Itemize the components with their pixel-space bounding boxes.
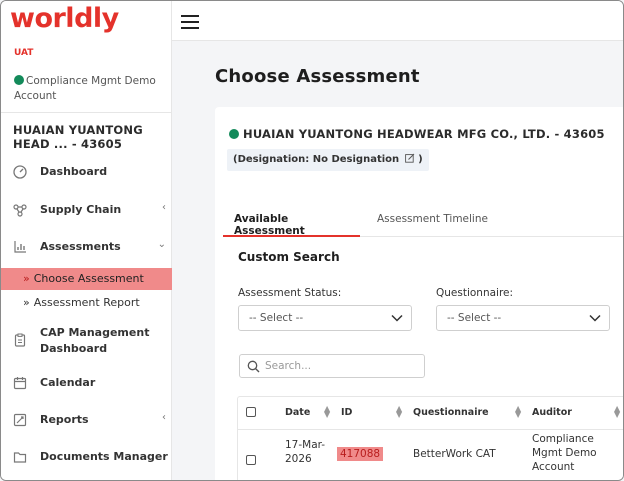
questionnaire-select[interactable]: -- Select -- <box>436 305 610 331</box>
cap-line-2: Dashboard <box>40 342 108 355</box>
row-id[interactable]: 417088 <box>337 447 384 461</box>
sidebar-item-label: Assessments <box>40 240 121 253</box>
column-header-questionnaire[interactable]: Questionnaire <box>413 407 489 418</box>
supplier-full-name: HUAIAN YUANTONG HEADWEAR MFG CO., LTD. -… <box>243 127 605 141</box>
reports-icon <box>13 413 27 427</box>
column-header-id[interactable]: ID <box>341 407 352 418</box>
designation-close-paren: ) <box>418 154 423 165</box>
tab-available-assessment[interactable]: Available Assessment <box>223 213 360 237</box>
hamburger-icon[interactable] <box>181 15 199 29</box>
top-bar <box>172 1 623 41</box>
supplier-name-short: HUAIAN YUANTONG HEAD ... - 43605 <box>13 123 143 151</box>
assessments-icon <box>14 241 26 253</box>
questionnaire-label: Questionnaire: <box>436 287 514 299</box>
chevron-left-icon: ‹ <box>162 412 166 423</box>
assessment-tabs: Available Assessment Assessment Timeline <box>223 209 623 237</box>
sidebar-item-supply-chain[interactable]: Supply Chain ‹ <box>1 199 172 221</box>
sidebar-item-label: Dashboard <box>40 165 108 178</box>
sort-icon[interactable]: ▲ ▼ <box>515 405 521 419</box>
sidebar-item-label: Documents Manager <box>40 450 168 463</box>
select-all-checkbox[interactable] <box>246 407 256 417</box>
sidebar-item-calendar[interactable]: Calendar <box>1 372 172 394</box>
sidebar-item-label: Reports <box>40 413 89 426</box>
double-chevron-icon: » <box>23 272 30 285</box>
environment-badge: UAT <box>14 48 34 58</box>
row-id-highlight: 417088 <box>337 447 384 461</box>
sidebar-subitem-assessment-report[interactable]: » Assessment Report <box>1 292 172 314</box>
sidebar-item-label: Supply Chain <box>40 203 122 216</box>
designation-text: (Designation: No Designation <box>233 154 400 165</box>
chevron-down-icon: ⌄ <box>157 239 166 250</box>
assessment-status-select[interactable]: -- Select -- <box>238 305 412 331</box>
custom-search-title: Custom Search <box>238 250 340 264</box>
clipboard-icon <box>14 333 26 347</box>
chevron-left-icon: ‹ <box>162 202 166 213</box>
sidebar-item-dashboard[interactable]: Dashboard <box>1 161 172 183</box>
assessment-card: HUAIAN YUANTONG HEADWEAR MFG CO., LTD. -… <box>215 107 623 480</box>
sidebar: worldly UAT Compliance Mgmt Demo Account… <box>1 1 172 480</box>
cap-line-1: CAP Management <box>40 326 150 339</box>
sidebar-item-label: Choose Assessment <box>33 272 144 285</box>
assessment-status-label: Assessment Status: <box>238 287 342 299</box>
sidebar-item-label: CAP Management Dashboard <box>40 325 149 357</box>
chevron-down-icon <box>589 314 601 322</box>
divider <box>238 429 623 430</box>
assessment-table: Date ▲ ▼ ID ▲ ▼ Questionnaire ▲ ▼ Auditor ▲… <box>237 396 623 480</box>
supply-chain-icon <box>13 204 27 217</box>
divider <box>1 112 172 113</box>
supplier-heading: HUAIAN YUANTONG HEADWEAR MFG CO., LTD. -… <box>229 127 605 141</box>
search-input[interactable]: Search... <box>239 354 425 378</box>
sort-icon[interactable]: ▲ ▼ <box>324 405 330 419</box>
app-window: worldly UAT Compliance Mgmt Demo Account… <box>0 0 624 481</box>
double-chevron-icon: » <box>23 296 30 309</box>
row-questionnaire: BetterWork CAT <box>413 448 496 460</box>
status-dot-icon <box>229 129 239 139</box>
sidebar-item-cap-management[interactable]: CAP Management Dashboard <box>1 326 172 355</box>
row-auditor-line-2: Mgmt Demo <box>532 447 597 459</box>
row-date-line-1: 17-Mar- <box>285 439 326 451</box>
search-placeholder: Search... <box>265 360 312 372</box>
row-date: 17-Mar- 2026 <box>285 438 325 466</box>
sidebar-item-documents-manager[interactable]: Documents Manager <box>1 446 172 468</box>
search-icon <box>247 360 260 373</box>
worldly-logo[interactable]: worldly <box>10 3 119 34</box>
column-header-date[interactable]: Date <box>285 407 310 418</box>
account-selector[interactable]: Compliance Mgmt Demo Account <box>14 74 164 104</box>
account-name: Compliance Mgmt Demo Account <box>14 75 156 102</box>
sort-icon[interactable]: ▲ ▼ <box>614 405 620 419</box>
sidebar-subitem-choose-assessment[interactable]: » Choose Assessment <box>1 268 172 290</box>
tab-assessment-timeline[interactable]: Assessment Timeline <box>377 213 488 237</box>
row-auditor-line-1: Compliance <box>532 433 594 445</box>
sort-icon[interactable]: ▲ ▼ <box>396 405 402 419</box>
sidebar-item-assessments[interactable]: Assessments ⌄ <box>1 236 172 258</box>
sidebar-item-reports[interactable]: Reports ‹ <box>1 409 172 431</box>
sidebar-item-label: Assessment Report <box>33 296 140 309</box>
row-date-line-2: 2026 <box>285 453 312 465</box>
page-title: Choose Assessment <box>215 66 420 87</box>
folder-icon <box>13 452 27 463</box>
sidebar-item-label: Calendar <box>40 376 96 389</box>
row-auditor: Compliance Mgmt Demo Account <box>532 432 597 474</box>
status-dot-icon <box>14 75 24 85</box>
dashboard-icon <box>13 165 27 179</box>
row-checkbox[interactable] <box>246 455 256 465</box>
select-value: -- Select -- <box>447 312 502 324</box>
chevron-down-icon <box>391 314 403 322</box>
column-header-auditor[interactable]: Auditor <box>532 407 572 418</box>
calendar-icon <box>13 377 27 390</box>
row-auditor-line-3: Account <box>532 461 575 473</box>
edit-icon[interactable] <box>404 153 415 163</box>
designation-badge: (Designation: No Designation ) <box>227 149 429 171</box>
select-value: -- Select -- <box>249 312 304 324</box>
